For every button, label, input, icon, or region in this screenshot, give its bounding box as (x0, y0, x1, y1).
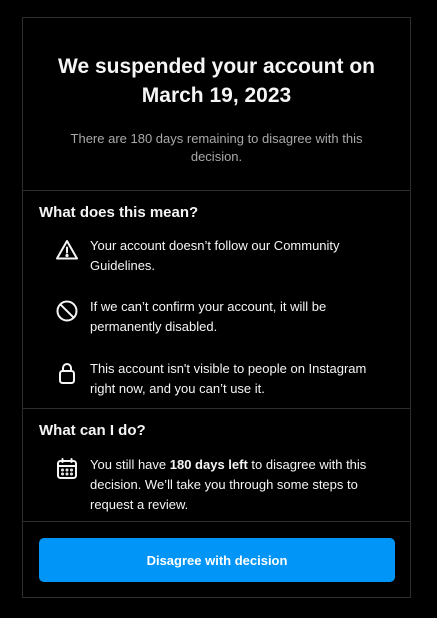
info-item-text: This account isn't visible to people on … (90, 361, 367, 396)
info-item-text-before: You still have (90, 457, 170, 472)
info-item-days-left: You still have 180 days left to disagree… (39, 455, 394, 515)
warning-triangle-icon (55, 238, 79, 262)
what-can-i-do-section: What can I do? You still have 180 days l… (23, 409, 410, 522)
disagree-with-decision-button[interactable]: Disagree with decision (39, 538, 395, 582)
days-left-emphasis: 180 days left (169, 457, 248, 472)
what-does-this-mean-section: What does this mean? Your account doesn’… (23, 191, 410, 409)
info-item-text: If we can’t confirm your account, it wil… (90, 299, 327, 334)
card-footer: Disagree with decision (23, 522, 410, 582)
info-item-text: Your account doesn’t follow our Communit… (90, 238, 340, 273)
info-item-guidelines: Your account doesn’t follow our Communit… (39, 236, 394, 276)
page-title: We suspended your account on March 19, 2… (58, 55, 375, 107)
section-title-meaning: What does this mean? (39, 204, 199, 221)
days-remaining-text: There are 180 days remaining to disagree… (70, 131, 363, 164)
card-header: We suspended your account on March 19, 2… (23, 18, 410, 191)
blocked-circle-icon (55, 299, 79, 323)
calendar-icon (55, 457, 79, 481)
info-item-not-visible: This account isn't visible to people on … (39, 359, 394, 399)
info-item-disabled: If we can’t confirm your account, it wil… (39, 297, 394, 337)
section-title-action: What can I do? (39, 422, 146, 439)
lock-icon (55, 361, 79, 385)
suspension-card: We suspended your account on March 19, 2… (22, 17, 411, 598)
